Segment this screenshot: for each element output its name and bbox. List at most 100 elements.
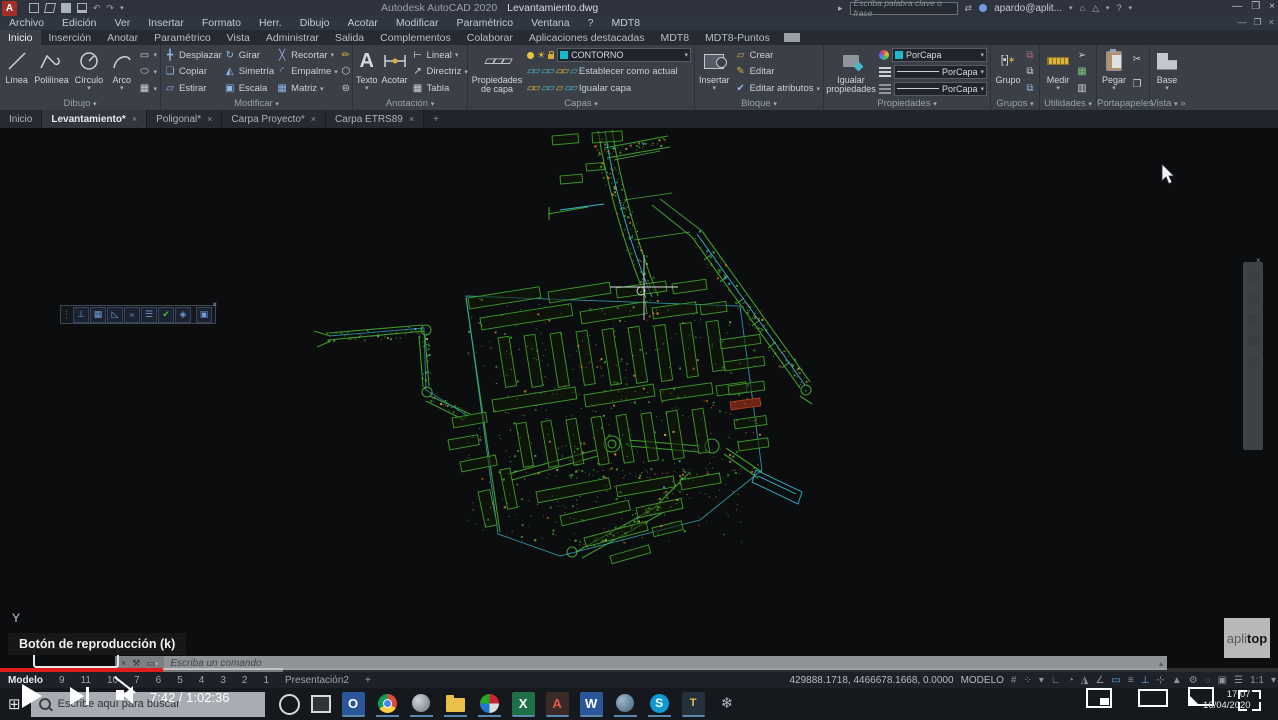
file-tab-close-icon[interactable]: × [207,114,212,124]
panel-label-anotacion[interactable]: Anotación ▾ [353,97,467,110]
app-store-icon[interactable]: ⌂ [1080,3,1085,13]
hatch-icon[interactable]: ▦ [138,83,150,95]
ribbon-tab-inicio[interactable]: Inicio [0,30,41,45]
mdt-tool-3-icon[interactable]: ◺ [107,307,123,323]
alerts-icon[interactable]: △ [1092,3,1099,14]
mdt-tool-7-icon[interactable]: ◈ [175,307,191,323]
taskbar-word-icon[interactable]: W [580,692,603,717]
panel-label-vista[interactable]: Vista ▾ » [1150,97,1186,110]
acotar-button[interactable]: Acotar [382,47,408,97]
layer-unlock-icon[interactable] [548,54,554,59]
sync-icon[interactable]: ⇄ [965,3,973,14]
menu-ventana[interactable]: Ventana [522,17,579,29]
layer-isolate-icon[interactable]: ▱▱ [556,66,567,77]
file-tab-poligonal-[interactable]: Poligonal*× [147,110,222,128]
lineal-button[interactable]: ⊢Lineal▾ [412,48,468,63]
help-icon[interactable]: ? [1116,3,1121,13]
mdt-tool-6-icon[interactable]: ✔ [158,307,174,323]
circulo-button[interactable]: Círculo ▾ [73,47,105,97]
girar-button[interactable]: ↻Girar [224,48,274,63]
close-button[interactable]: × [1269,1,1275,12]
theater-mode-button[interactable] [1138,689,1168,707]
mdt-tool-8-icon[interactable]: ▣ [196,307,212,323]
arco-button[interactable]: Arco ▾ [109,47,134,97]
matriz-button[interactable]: ▦Matriz▾ [276,81,338,96]
directriz-button[interactable]: ↗Directriz▾ [412,64,468,79]
layer-prev-icon[interactable]: ▱▱ [541,83,552,94]
cortana-icon[interactable] [279,694,300,715]
group-select-icon[interactable]: ⧉ [1024,83,1036,95]
escala-button[interactable]: ▣Escala [224,81,274,96]
toolbar-grip[interactable]: ⋮ [62,309,71,320]
menu-herr[interactable]: Herr. [250,17,291,29]
taskbar-explorer-icon[interactable] [444,692,467,717]
layer-on-icon[interactable] [527,52,534,59]
menu-dibujo[interactable]: Dibujo [291,17,339,29]
igualar-propiedades-button[interactable]: Igualar propiedades [827,47,875,97]
undo-icon[interactable]: ↶ [93,3,101,14]
command-cancel-icon[interactable]: × [121,658,126,668]
layer-thaw-icon[interactable]: ☀ [537,52,545,59]
command-tools-icon[interactable]: ⚒ [132,658,140,669]
alerts-dropdown-icon[interactable]: ▾ [1106,4,1110,12]
ribbon-tab-anotar[interactable]: Anotar [99,30,146,45]
layout-tab-5[interactable]: 5 [169,675,191,686]
editar-atributos-button[interactable]: ✔Editar atributos▾ [735,81,820,96]
menu-insertar[interactable]: Insertar [139,17,193,29]
layer-freeze-icon[interactable]: ▱▱ [527,66,538,77]
cut-icon[interactable]: ✂ [1131,54,1143,66]
establecer-como-actual-button[interactable]: Establecer como actual [579,66,678,77]
ribbon-tab-inserci-n[interactable]: Inserción [41,30,100,45]
medir-button[interactable]: Medir ▾ [1043,47,1073,97]
isolate-icon[interactable]: ◌ [1205,675,1211,686]
space-mode-label[interactable]: MODELO [961,675,1004,686]
navigation-bar[interactable] [1243,262,1263,450]
copiar-button[interactable]: ❏Copiar [164,64,222,79]
dynamic-input-icon[interactable]: ⊹ [1156,675,1164,686]
menu-[interactable]: ? [579,17,603,29]
toolbar-close-icon[interactable]: × [212,300,217,309]
tabla-button[interactable]: ▦Tabla [412,81,468,96]
file-tab-close-icon[interactable]: × [409,114,414,124]
autocad-logo-icon[interactable]: A [2,1,17,16]
keyword-search-input[interactable]: Escriba palabra clave o frase [850,2,958,15]
gear-icon[interactable]: ⚙ [1189,675,1198,686]
quick-select-icon[interactable]: ➢ [1076,49,1088,61]
rectangle-icon[interactable]: ▭ [138,49,150,61]
navbar-close-icon[interactable]: × [1256,256,1261,265]
circulo-dropdown-icon[interactable]: ▾ [87,85,91,92]
file-tab-inicio[interactable]: Inicio [0,110,42,128]
ungroup-icon[interactable]: ⧉ [1024,49,1036,61]
start-button[interactable]: ⊞ [8,695,21,713]
mdt-tool-4-icon[interactable]: ≈ [124,307,140,323]
search-arrow-icon[interactable]: ▸ [838,3,843,14]
calculator-icon[interactable]: ▥ [1076,83,1088,95]
ribbon-tab-colaborar[interactable]: Colaborar [459,30,521,45]
file-tab--[interactable]: + [424,110,448,128]
copy-clip-icon[interactable]: ❐ [1131,79,1143,91]
file-tab-levantamiento-[interactable]: Levantamiento*× [42,110,147,128]
file-tab-carpa-proyecto-[interactable]: Carpa Proyecto*× [222,110,326,128]
redo-icon[interactable]: ↷ [107,3,115,14]
editar-bloque-button[interactable]: ✎Editar [735,64,820,79]
drawing-area[interactable]: ⋮ ⊥ ▦ ◺ ≈ ☰ ✔ ◈ ▣ × × [0,128,1278,672]
layout-tab-4[interactable]: 4 [191,675,213,686]
annotation-scale-label[interactable]: 1:1 [1250,675,1264,686]
layout-tab-1[interactable]: 1 [255,675,277,686]
ribbon-tab-administrar[interactable]: Administrar [258,30,327,45]
menu-paramtrico[interactable]: Paramétrico [447,17,522,29]
panel-label-modificar[interactable]: Modificar ▾ [161,97,352,110]
igualar-capa-button[interactable]: Igualar capa [579,83,631,94]
ribbon-tab-aplicaciones-destacadas[interactable]: Aplicaciones destacadas [521,30,653,45]
doc-restore-button[interactable]: ❐ [1254,17,1262,28]
file-tab-close-icon[interactable]: × [132,114,137,124]
nav-motion-icon[interactable] [1248,356,1259,367]
menu-formato[interactable]: Formato [193,17,250,29]
plot-icon[interactable] [77,3,87,13]
command-expand-icon[interactable]: ▴ [1159,659,1167,668]
taskbar-snowflake-icon[interactable]: ❄ [716,692,739,717]
ribbon-tab-vista[interactable]: Vista [219,30,258,45]
task-view-icon[interactable] [311,695,331,713]
osnap-icon[interactable]: ▭ [1111,675,1120,686]
taskbar-autocad-icon[interactable]: A [546,692,569,717]
